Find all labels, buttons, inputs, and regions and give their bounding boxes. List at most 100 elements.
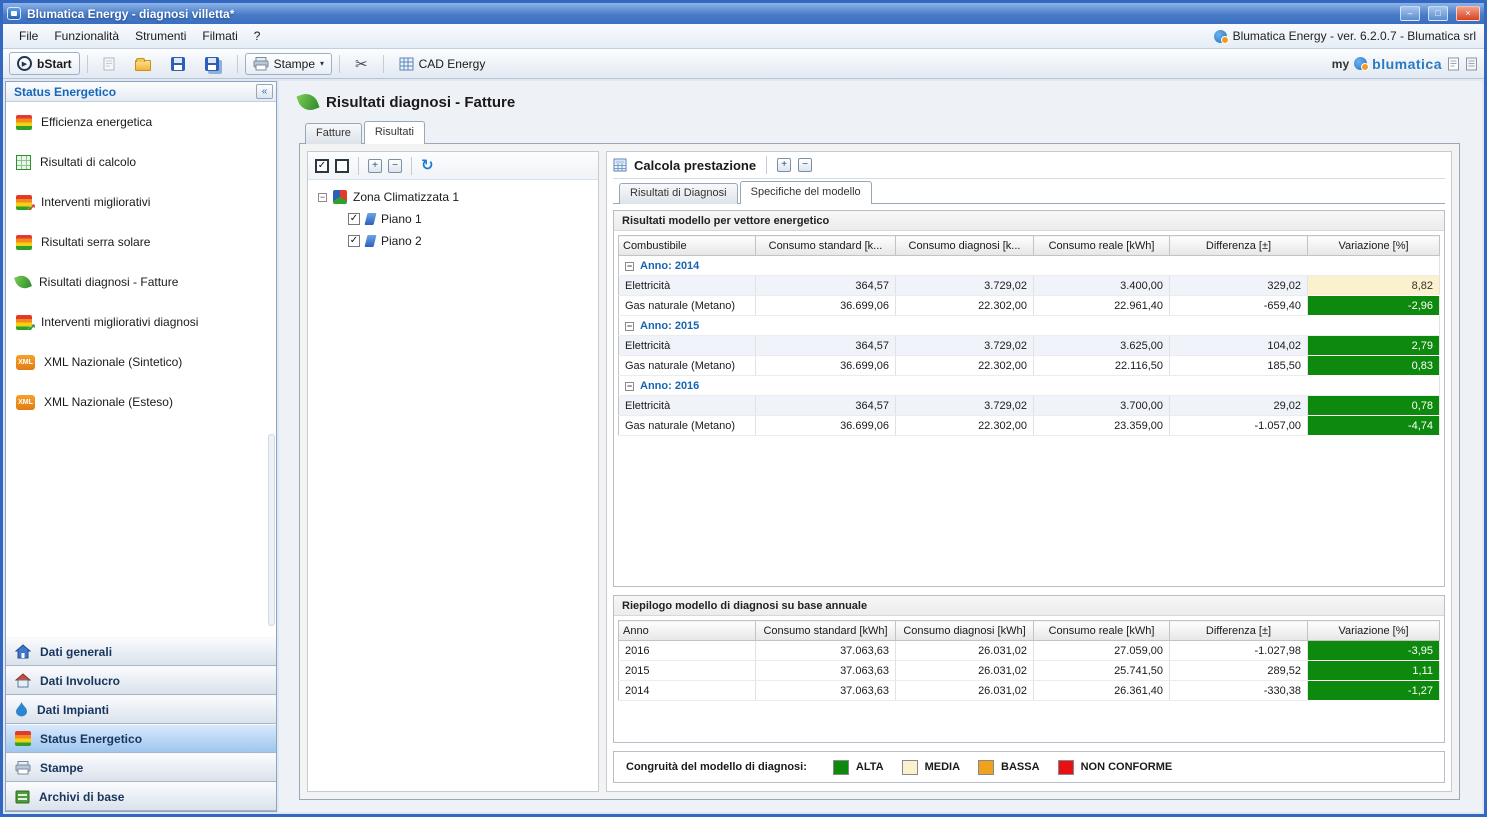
blumatica-logo-icon	[1214, 30, 1227, 43]
column-header[interactable]: Consumo standard [k...	[756, 236, 896, 256]
tree-node-floor[interactable]: ✓Piano 2	[312, 230, 594, 252]
collapse-icon[interactable]: −	[318, 193, 327, 202]
table-row[interactable]: Gas naturale (Metano)36.699,0622.302,002…	[619, 356, 1440, 376]
tree-node-floor[interactable]: ✓Piano 1	[312, 208, 594, 230]
expand-all-icon[interactable]: +	[368, 159, 382, 173]
table-row[interactable]: 201437.063,6326.031,0226.361,40-330,38-1…	[619, 681, 1440, 701]
minimize-button[interactable]: –	[1400, 6, 1420, 21]
checkbox[interactable]: ✓	[348, 213, 360, 225]
refresh-icon[interactable]: ↻	[421, 159, 434, 173]
column-header[interactable]: Consumo reale [kWh]	[1034, 621, 1170, 641]
notes-icon[interactable]	[1465, 57, 1478, 71]
year-group-row[interactable]: −Anno: 2016	[619, 376, 1440, 396]
table-row[interactable]: Gas naturale (Metano)36.699,0622.302,002…	[619, 296, 1440, 316]
close-button[interactable]: ×	[1456, 6, 1480, 21]
table-row[interactable]: 201537.063,6326.031,0225.741,50289,521,1…	[619, 661, 1440, 681]
floor-icon	[365, 235, 377, 247]
menu-item[interactable]: File	[11, 26, 46, 46]
tab-risultati-di-diagnosi[interactable]: Risultati di Diagnosi	[619, 183, 738, 204]
menu-item[interactable]: Strumenti	[127, 26, 194, 46]
collapse-icon[interactable]: −	[625, 322, 634, 331]
sidebar-scrollbar[interactable]	[268, 434, 275, 626]
sidebar-item-risultati-diagnosi-fatture[interactable]: Risultati diagnosi - Fatture	[6, 262, 276, 302]
expand-groups-icon[interactable]: +	[777, 158, 791, 172]
column-header[interactable]: Consumo standard [kWh]	[756, 621, 896, 641]
sidebar-item-xml-nazionale-esteso[interactable]: XMLXML Nazionale (Esteso)	[6, 382, 276, 422]
nav-item-dati-generali[interactable]: Dati generali	[6, 637, 276, 666]
table-row[interactable]: 201637.063,6326.031,0227.059,00-1.027,98…	[619, 641, 1440, 661]
cell: 0,83	[1308, 356, 1440, 376]
nav-item-dati-impianti[interactable]: Dati Impianti	[6, 695, 276, 724]
floor-icon	[365, 213, 377, 225]
systems-icon	[15, 702, 28, 717]
open-button[interactable]	[127, 53, 159, 75]
menu-item[interactable]: Filmati	[194, 26, 245, 46]
content-panel: ✓ + − ↻ − Zona Climatizzata 1 ✓Piano 1✓Pia…	[299, 143, 1460, 800]
sidebar-item-xml-nazionale-sintetico[interactable]: XMLXML Nazionale (Sintetico)	[6, 342, 276, 382]
bstart-button[interactable]: ▶ bStart	[9, 52, 80, 75]
nav-item-status-energetico[interactable]: Status Energetico	[6, 724, 276, 753]
tree-node-zone[interactable]: − Zona Climatizzata 1	[312, 186, 594, 208]
tab-risultati[interactable]: Risultati	[364, 121, 425, 144]
zone-tree: − Zona Climatizzata 1 ✓Piano 1✓Piano 2	[308, 180, 598, 791]
sidebar-item-interventi-migliorativi[interactable]: Interventi migliorativi	[6, 182, 276, 222]
column-header[interactable]: Consumo diagnosi [kWh]	[896, 621, 1034, 641]
table-row[interactable]: Elettricità364,573.729,023.700,0029,020,…	[619, 396, 1440, 416]
column-header[interactable]: Differenza [±]	[1170, 621, 1308, 641]
year-group-label: Anno: 2016	[640, 380, 699, 392]
sidebar-item-risultati-serra-solare[interactable]: Risultati serra solare	[6, 222, 276, 262]
table-row[interactable]: Gas naturale (Metano)36.699,0622.302,002…	[619, 416, 1440, 436]
table-row[interactable]: Elettricità364,573.729,023.400,00329,028…	[619, 276, 1440, 296]
sidebar-item-efficienza-energetica[interactable]: Efficienza energetica	[6, 102, 276, 142]
cad-grid-icon	[399, 57, 414, 71]
year-group-row[interactable]: −Anno: 2014	[619, 256, 1440, 276]
zone-icon	[333, 190, 347, 204]
table-row[interactable]: Elettricità364,573.729,023.625,00104,022…	[619, 336, 1440, 356]
nav-item-stampe[interactable]: Stampe	[6, 753, 276, 782]
menu-item[interactable]: ?	[246, 26, 269, 46]
nav-item-dati-involucro[interactable]: Dati Involucro	[6, 666, 276, 695]
cad-energy-button[interactable]: CAD Energy	[391, 53, 494, 75]
save-all-button[interactable]	[197, 53, 230, 75]
menu-item[interactable]: Funzionalità	[46, 26, 127, 46]
collapse-icon[interactable]: −	[625, 262, 634, 271]
tree-node-label: Zona Climatizzata 1	[353, 190, 459, 204]
tab-specifiche-del-modello[interactable]: Specifiche del modello	[740, 181, 872, 204]
cell: -2,96	[1308, 296, 1440, 316]
vector-results-title: Risultati modello per vettore energetico	[614, 211, 1444, 231]
stampe-button[interactable]: Stampe ▾	[245, 53, 332, 75]
clear-all-icon[interactable]	[335, 159, 349, 173]
select-all-icon[interactable]: ✓	[315, 159, 329, 173]
legend-swatch	[902, 760, 918, 775]
collapse-icon[interactable]: −	[625, 382, 634, 391]
maximize-button[interactable]: □	[1428, 6, 1448, 21]
nav-item-label: Stampe	[40, 761, 83, 775]
new-file-button[interactable]	[95, 53, 123, 75]
sidebar-item-interventi-migliorativi-diagnosi[interactable]: Interventi migliorativi diagnosi	[6, 302, 276, 342]
year-group-row[interactable]: −Anno: 2015	[619, 316, 1440, 336]
user-card-icon[interactable]	[1447, 57, 1460, 71]
column-header[interactable]: Differenza [±]	[1170, 236, 1308, 256]
cut-button[interactable]: ✂	[347, 51, 376, 77]
column-header[interactable]: Variazione [%]	[1308, 236, 1440, 256]
collapse-sidebar-button[interactable]: «	[256, 84, 273, 99]
column-header[interactable]: Consumo diagnosi [k...	[896, 236, 1034, 256]
improvements-icon	[16, 195, 32, 210]
my-blumatica-area: my blumatica	[1332, 56, 1478, 72]
cell: 364,57	[756, 336, 896, 356]
tab-fatture[interactable]: Fatture	[305, 123, 362, 144]
collapse-all-icon[interactable]: −	[388, 159, 402, 173]
play-icon: ▶	[17, 56, 32, 71]
column-header[interactable]: Consumo reale [kWh]	[1034, 236, 1170, 256]
nav-item-archivi-di-base[interactable]: Archivi di base	[6, 782, 276, 811]
collapse-groups-icon[interactable]: −	[798, 158, 812, 172]
column-header[interactable]: Combustibile	[619, 236, 756, 256]
sidebar-item-risultati-di-calcolo[interactable]: Risultati di calcolo	[6, 142, 276, 182]
checkbox[interactable]: ✓	[348, 235, 360, 247]
save-button[interactable]	[163, 53, 193, 75]
column-header[interactable]: Variazione [%]	[1308, 621, 1440, 641]
cell: 2,79	[1308, 336, 1440, 356]
cell: Gas naturale (Metano)	[619, 356, 756, 376]
cell: -3,95	[1308, 641, 1440, 661]
column-header[interactable]: Anno	[619, 621, 756, 641]
